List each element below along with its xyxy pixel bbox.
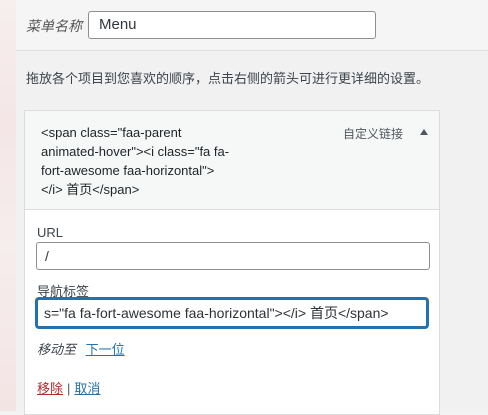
url-label: URL	[37, 225, 64, 240]
left-background	[0, 0, 16, 411]
menu-name-row: 菜单名称 Menu	[16, 0, 488, 51]
menu-name-input[interactable]: Menu	[88, 11, 376, 39]
navigation-label-value: s="fa fa-fort-awesome faa-horizontal"></…	[44, 305, 389, 321]
menu-edit-panel: 菜单名称 Menu 拖放各个项目到您喜欢的顺序，点击右侧的箭头可进行更详细的设置…	[16, 0, 488, 415]
menu-name-label: 菜单名称	[26, 20, 82, 35]
collapse-arrow-icon[interactable]	[417, 125, 431, 139]
move-label: 移动至	[37, 342, 77, 357]
menu-item-handle[interactable]: <span class="faa-parent animated-hover">…	[25, 111, 439, 210]
drag-instructions: 拖放各个项目到您喜欢的顺序，点击右侧的箭头可进行更详细的设置。	[26, 71, 430, 86]
action-separator: |	[67, 381, 71, 396]
menu-item-title: <span class="faa-parent animated-hover">…	[41, 125, 230, 197]
move-down-link[interactable]: 下一位	[86, 342, 125, 357]
move-row: 移动至 下一位	[37, 339, 125, 358]
menu-item-card: <span class="faa-parent animated-hover">…	[24, 110, 440, 415]
remove-link[interactable]: 移除	[37, 381, 63, 396]
menu-item-settings: URL / 导航标签 s="fa fa-fort-awesome faa-hor…	[25, 210, 439, 414]
menu-item-type: 自定义链接	[343, 127, 404, 141]
navigation-label-input[interactable]: s="fa fa-fort-awesome faa-horizontal"></…	[36, 298, 428, 328]
item-actions: 移除 | 取消	[37, 378, 100, 397]
url-input[interactable]: /	[36, 242, 430, 270]
cancel-link[interactable]: 取消	[74, 381, 100, 396]
